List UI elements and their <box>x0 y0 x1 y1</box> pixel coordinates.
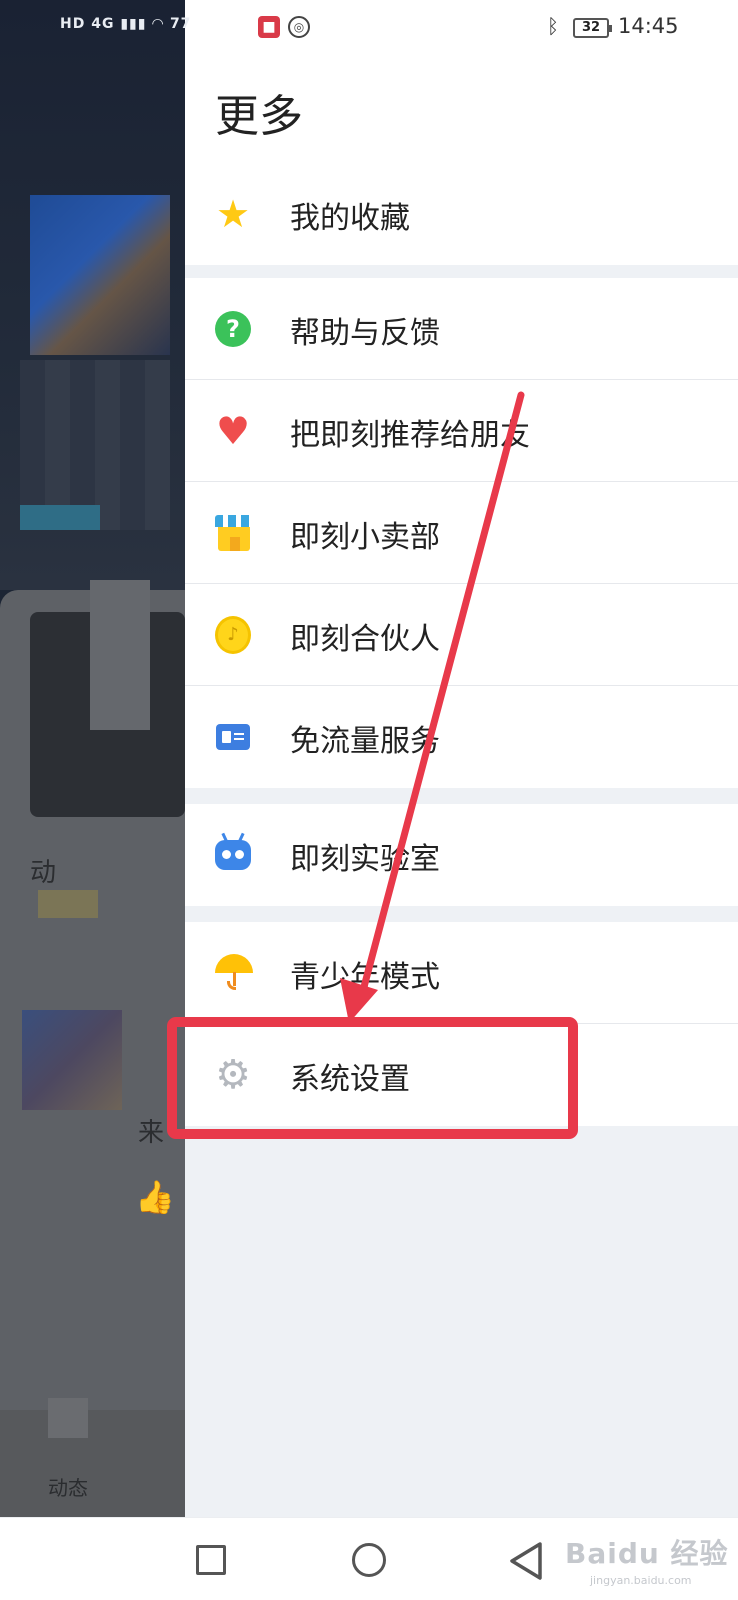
menu-item-store[interactable]: 即刻小卖部 <box>185 482 738 584</box>
notification-browser-icon: ◎ <box>288 16 310 38</box>
pixelated-block <box>90 580 150 730</box>
star-icon: ★ <box>215 192 251 236</box>
menu-item-free-data[interactable]: 免流量服务 <box>185 686 738 788</box>
status-bar: HD 4G ▮▮▮ ◠ 77 ■ ◎ ᛒ 32 14:45 <box>0 0 738 56</box>
card-icon <box>215 719 251 755</box>
drawer-group-4: 青少年模式 ⚙ 系统设置 <box>185 922 738 1126</box>
more-drawer: 更多 ★ 我的收藏 ? 帮助与反馈 ♥ 把即刻推荐给朋友 即刻小卖部 ♪ 即刻合… <box>185 0 738 1517</box>
menu-item-label: 即刻合伙人 <box>290 622 440 657</box>
menu-item-label: 免流量服务 <box>290 724 440 759</box>
pixelated-block <box>48 1398 88 1438</box>
thumb-up-icon: 👍 <box>135 1178 175 1216</box>
menu-item-recommend[interactable]: ♥ 把即刻推荐给朋友 <box>185 380 738 482</box>
tab-label: 动态 <box>48 1476 88 1500</box>
pixelated-block <box>38 890 98 918</box>
menu-item-label: 青少年模式 <box>290 960 440 995</box>
network-indicators: HD 4G ▮▮▮ ◠ 77 <box>60 16 192 32</box>
menu-item-teen-mode[interactable]: 青少年模式 <box>185 922 738 1024</box>
menu-item-lab[interactable]: 即刻实验室 <box>185 804 738 906</box>
recent-apps-button[interactable] <box>196 1545 226 1575</box>
robot-icon <box>215 832 251 873</box>
menu-item-label: 我的收藏 <box>290 201 410 236</box>
drawer-title: 更多 <box>215 91 303 142</box>
background-app: 动 来 👍 动态 <box>0 0 185 1517</box>
bluetooth-icon: ᛒ <box>547 14 559 38</box>
partial-text: 来 <box>138 1118 165 1148</box>
menu-item-label: 即刻实验室 <box>290 842 440 877</box>
notification-app-icon: ■ <box>258 16 280 38</box>
pixelated-avatar <box>30 195 170 355</box>
back-button[interactable] <box>508 1540 544 1582</box>
coin-icon: ♪ <box>215 616 251 654</box>
umbrella-icon <box>215 954 253 991</box>
menu-item-partner[interactable]: ♪ 即刻合伙人 <box>185 584 738 686</box>
menu-item-system-settings[interactable]: ⚙ 系统设置 <box>185 1024 738 1126</box>
partial-text: 动 <box>30 858 57 888</box>
drawer-group-3: 即刻实验室 <box>185 804 738 906</box>
watermark: Baidu 经验 <box>565 1537 729 1570</box>
store-icon <box>215 515 253 551</box>
menu-item-favorites[interactable]: ★ 我的收藏 <box>185 163 738 265</box>
drawer-group-2: ? 帮助与反馈 ♥ 把即刻推荐给朋友 即刻小卖部 ♪ 即刻合伙人 免流量服务 <box>185 278 738 788</box>
menu-item-label: 把即刻推荐给朋友 <box>290 418 530 453</box>
menu-item-label: 即刻小卖部 <box>290 520 440 555</box>
menu-item-label: 帮助与反馈 <box>290 316 440 351</box>
heart-icon: ♥ <box>215 409 251 453</box>
battery-icon: 32 <box>573 18 612 38</box>
pixelated-avatar-small <box>22 1010 122 1110</box>
home-button[interactable] <box>352 1543 386 1577</box>
status-time: 14:45 <box>618 14 679 38</box>
help-icon: ? <box>215 311 251 347</box>
watermark-url: jingyan.baidu.com <box>590 1574 692 1587</box>
menu-item-label: 系统设置 <box>290 1062 410 1097</box>
drawer-group-1: ★ 我的收藏 <box>185 163 738 265</box>
pixelated-block <box>20 505 100 530</box>
background-tab-bar <box>0 1410 185 1517</box>
gear-icon: ⚙ <box>215 1052 251 1098</box>
menu-item-help-feedback[interactable]: ? 帮助与反馈 <box>185 278 738 380</box>
